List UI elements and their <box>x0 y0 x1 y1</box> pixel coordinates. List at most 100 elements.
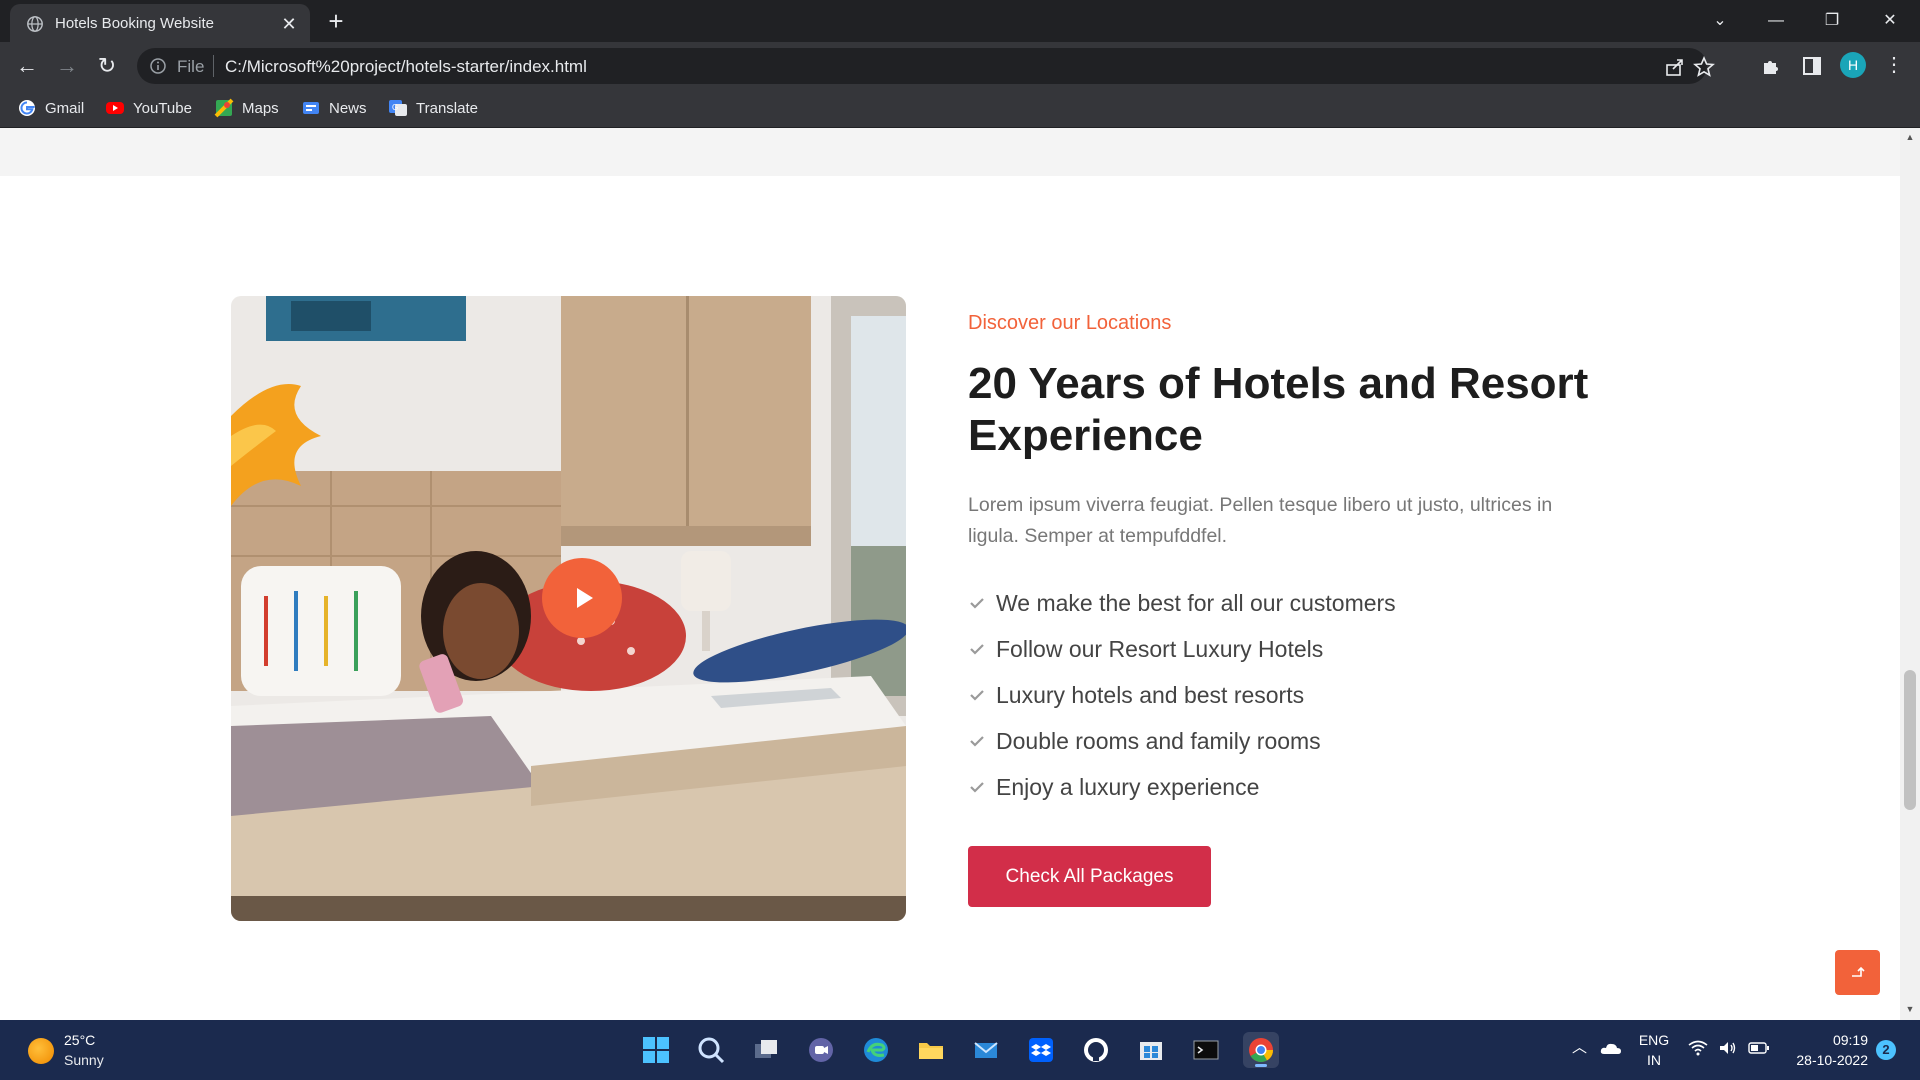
edge-icon[interactable] <box>858 1032 894 1068</box>
search-icon[interactable] <box>693 1032 729 1068</box>
tab-search-icon[interactable]: ⌄ <box>1700 8 1740 34</box>
browser-toolbar: ← → ↻ File C:/Microsoft%20project/hotels… <box>0 42 1920 90</box>
info-icon[interactable] <box>149 57 167 75</box>
feature-text: Enjoy a luxury experience <box>996 773 1260 800</box>
file-explorer-icon[interactable] <box>913 1032 949 1068</box>
bookmark-translate[interactable]: G Translate <box>388 96 478 120</box>
restore-button[interactable]: ❐ <box>1812 8 1852 34</box>
feature-item: Enjoy a luxury experience <box>968 764 1396 810</box>
google-icon <box>19 100 35 116</box>
chrome-icon[interactable] <box>1243 1032 1279 1068</box>
bookmark-maps[interactable]: Maps <box>214 96 279 120</box>
minimize-button[interactable]: — <box>1756 8 1796 34</box>
bookmarks-bar: Gmail YouTube Maps News G Translate <box>0 90 1920 128</box>
globe-icon <box>27 16 43 32</box>
wifi-icon[interactable] <box>1688 1040 1708 1056</box>
side-panel-icon[interactable] <box>1800 54 1824 78</box>
bookmark-label: Gmail <box>45 99 85 117</box>
check-icon <box>970 644 984 655</box>
lang-line-1: ENG <box>1638 1032 1670 1048</box>
teams-chat-icon[interactable] <box>803 1032 839 1068</box>
svg-text:G: G <box>392 103 398 112</box>
tab-title: Hotels Booking Website <box>55 15 214 32</box>
page-scrollbar[interactable]: ▲ ▼ <box>1900 128 1920 1020</box>
previous-section-strip <box>0 128 1900 176</box>
system-clock[interactable]: 09:19 28-10-2022 <box>1784 1030 1868 1070</box>
browser-menu-icon[interactable]: ⋮ <box>1884 52 1904 78</box>
check-packages-button[interactable]: Check All Packages <box>968 846 1211 907</box>
check-icon <box>970 782 984 793</box>
volume-icon[interactable] <box>1718 1040 1738 1056</box>
feature-list: We make the best for all our customers F… <box>968 580 1396 810</box>
profile-avatar[interactable]: H <box>1840 52 1866 78</box>
section-eyebrow: Discover our Locations <box>968 312 1172 334</box>
play-video-button[interactable] <box>542 558 622 638</box>
feature-item: We make the best for all our customers <box>968 580 1396 626</box>
hotel-room-photo <box>231 296 906 921</box>
input-language[interactable]: ENG IN <box>1636 1030 1672 1070</box>
play-icon <box>576 588 593 608</box>
windows-taskbar: 25°C Sunny ︿ ENG IN 09:19 28-10-2022 2 <box>0 1020 1920 1080</box>
new-tab-button[interactable]: + <box>322 8 350 35</box>
feature-text: We make the best for all our customers <box>996 589 1396 616</box>
terminal-icon[interactable] <box>1188 1032 1224 1068</box>
bookmark-gmail[interactable]: Gmail <box>17 96 84 120</box>
back-to-top-button[interactable] <box>1835 950 1880 995</box>
bookmark-youtube[interactable]: YouTube <box>105 96 192 120</box>
browser-tab-active[interactable]: Hotels Booking Website ✕ <box>10 4 310 42</box>
active-app-indicator <box>1255 1064 1267 1067</box>
feature-item: Double rooms and family rooms <box>968 718 1396 764</box>
store-icon[interactable] <box>1133 1032 1169 1068</box>
clock-time: 09:19 <box>1832 1032 1868 1048</box>
share-icon[interactable] <box>1664 56 1686 78</box>
page-viewport: Discover our Locations 20 Years of Hotel… <box>0 128 1900 1020</box>
translate-icon: G <box>389 100 407 116</box>
show-hidden-icons-icon[interactable]: ︿ <box>1572 1036 1587 1057</box>
check-icon <box>970 690 984 701</box>
mail-icon[interactable] <box>968 1032 1004 1068</box>
notification-badge[interactable]: 2 <box>1876 1040 1896 1060</box>
sun-icon[interactable] <box>28 1038 54 1064</box>
start-icon[interactable] <box>638 1032 674 1068</box>
section-headline: 20 Years of Hotels and Resort Experience <box>968 359 1589 460</box>
bookmark-label: YouTube <box>133 99 192 117</box>
weather-temperature[interactable]: 25°C <box>64 1032 95 1048</box>
clock-date: 28-10-2022 <box>1796 1052 1868 1068</box>
youtube-icon <box>106 102 124 114</box>
back-button[interactable]: ← <box>12 52 42 80</box>
weather-description[interactable]: Sunny <box>64 1052 104 1068</box>
close-window-button[interactable]: ✕ <box>1870 8 1910 34</box>
onedrive-icon[interactable] <box>1600 1040 1622 1056</box>
bookmark-news[interactable]: News <box>301 96 367 120</box>
url-text[interactable]: C:/Microsoft%20project/hotels-starter/in… <box>225 57 587 77</box>
extensions-icon[interactable] <box>1760 54 1784 78</box>
section-lead: Lorem ipsum viverra feugiat. Pellen tesq… <box>968 494 1553 547</box>
url-scheme-label: File <box>177 57 205 76</box>
feature-text: Follow our Resort Luxury Hotels <box>996 635 1324 662</box>
maps-icon <box>214 98 234 118</box>
bookmark-label: Maps <box>242 99 279 117</box>
scrollbar-thumb[interactable] <box>1904 670 1916 810</box>
tab-strip: Hotels Booking Website ✕ + ⌄ — ❐ ✕ <box>0 0 1920 42</box>
forward-button[interactable]: → <box>52 52 82 80</box>
scroll-up-icon[interactable]: ▲ <box>1905 132 1915 142</box>
feature-text: Double rooms and family rooms <box>996 727 1321 754</box>
scroll-down-icon[interactable]: ▼ <box>1905 1004 1915 1014</box>
bookmark-label: News <box>329 99 367 117</box>
omnibox-divider <box>213 55 214 77</box>
news-icon <box>303 102 319 114</box>
reload-button[interactable]: ↻ <box>92 52 122 80</box>
check-icon <box>970 736 984 747</box>
bookmark-label: Translate <box>416 99 478 117</box>
check-icon <box>970 598 984 609</box>
address-bar[interactable]: File C:/Microsoft%20project/hotels-start… <box>137 48 1715 84</box>
github-icon[interactable] <box>1078 1032 1114 1068</box>
lang-line-2: IN <box>1647 1052 1661 1068</box>
dropbox-icon[interactable] <box>1023 1032 1059 1068</box>
battery-icon[interactable] <box>1748 1042 1770 1054</box>
bookmark-star-icon[interactable] <box>1693 56 1715 78</box>
arrow-up-icon <box>1851 966 1865 977</box>
close-tab-icon[interactable]: ✕ <box>278 13 300 35</box>
feature-item: Follow our Resort Luxury Hotels <box>968 626 1396 672</box>
task-view-icon[interactable] <box>748 1032 784 1068</box>
